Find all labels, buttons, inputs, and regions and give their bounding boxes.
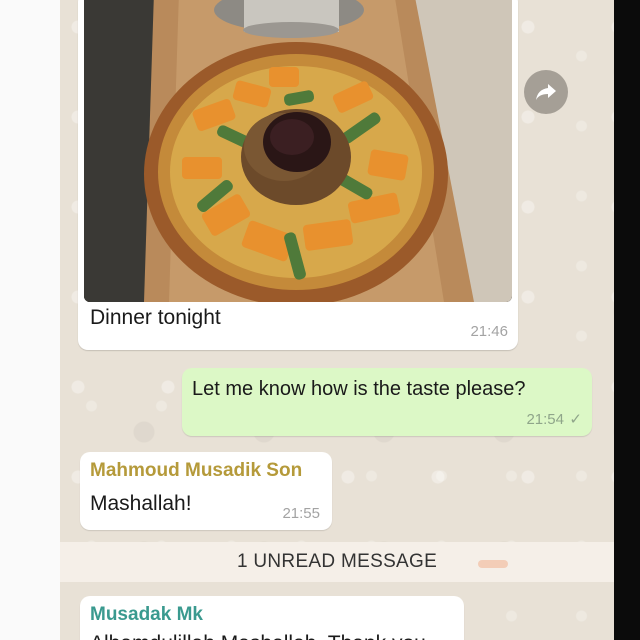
unread-label: 1 UNREAD MESSAGE (236, 551, 438, 572)
incoming-message-bubble[interactable]: Mahmoud Musadik Son Mashallah! 21:55 (80, 452, 332, 530)
sent-check-icon: ✓ (569, 411, 582, 428)
right-edge (614, 0, 640, 640)
chat-area[interactable]: Dinner tonight 21:46 Let me know how is … (60, 0, 614, 640)
scroll-indicator (478, 560, 508, 568)
outgoing-message-text: Let me know how is the taste please? (192, 378, 526, 400)
incoming-message-bubble-2[interactable]: Musadak Mk Alhamdulillah Mashallah. Than… (80, 596, 464, 640)
outgoing-timestamp: 21:54 (526, 411, 564, 428)
incoming-message-text-2: Alhamdulillah Mashallah. Thank you (90, 632, 426, 640)
unread-messages-divider: 1 UNREAD MESSAGE (60, 542, 614, 582)
image-timestamp: 21:46 (470, 323, 508, 340)
left-edge (0, 0, 60, 640)
image-caption: Dinner tonight (90, 306, 221, 329)
outgoing-message-bubble[interactable]: Let me know how is the taste please? 21:… (182, 368, 592, 436)
image-message-bubble[interactable]: Dinner tonight 21:46 (78, 0, 518, 350)
forward-arrow-icon (536, 84, 556, 100)
incoming-timestamp: 21:55 (282, 505, 320, 522)
forward-button[interactable] (524, 70, 568, 114)
sender-name-2[interactable]: Musadak Mk (90, 604, 203, 626)
incoming-message-text: Mashallah! (90, 492, 192, 515)
sender-name[interactable]: Mahmoud Musadik Son (90, 460, 302, 482)
dinner-photo[interactable] (84, 0, 512, 302)
